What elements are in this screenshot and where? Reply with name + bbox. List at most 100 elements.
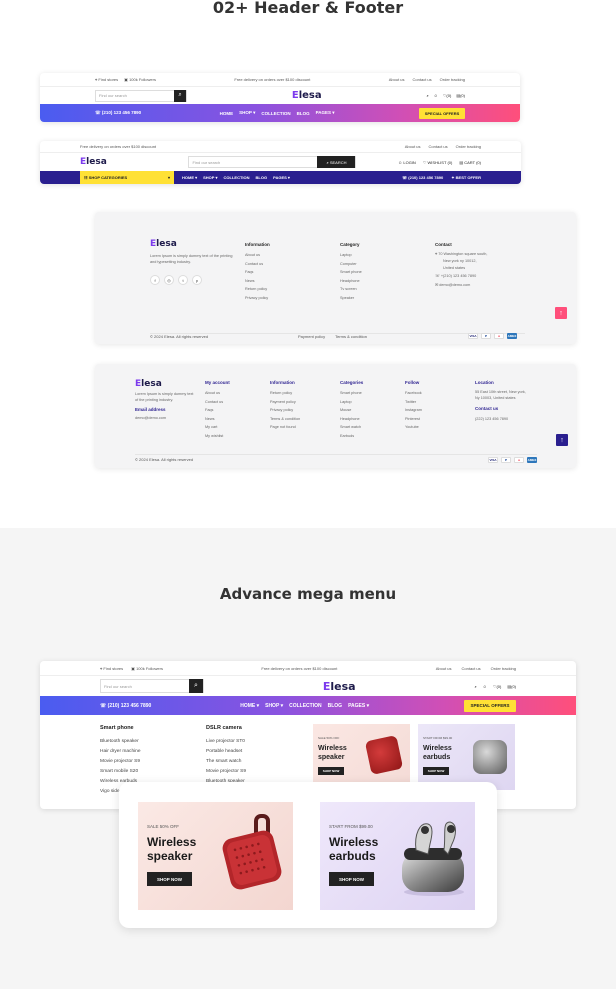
user-icon[interactable]: ☺ [483,684,487,689]
shop-now-button[interactable]: SHOP NOW [147,872,192,886]
footer-link[interactable]: Computer [340,260,362,269]
nav-shop[interactable]: SHOP ▾ [265,703,283,709]
footer-link[interactable]: Headphone [340,277,362,286]
nav-home[interactable]: HOME ▾ [240,703,259,709]
contact-link[interactable]: Contact us [429,144,448,149]
mega-link[interactable]: Bluetooth speaker [100,737,141,747]
footer-link[interactable]: My wishlist [205,432,230,441]
footer-link[interactable]: Terms & condition [270,415,300,424]
footer-link[interactable]: Mouse [340,406,363,415]
nav-pages[interactable]: PAGES ▾ [316,110,335,116]
footer-link[interactable]: Laptop [340,398,363,407]
followers-link[interactable]: ▣ 100k Followers [124,77,156,82]
footer-link[interactable]: Speaker [340,294,362,303]
contact-link[interactable]: Contact us [413,77,432,82]
search-bar[interactable]: Find our search ⌕ SEARCH [188,156,357,168]
footer-link[interactable]: Privacy policy [245,294,270,303]
nav-blog[interactable]: BLOG [297,111,310,116]
followers-link[interactable]: ▣ 100k Followers [131,666,163,671]
pinterest-icon[interactable]: p [192,275,202,285]
logo[interactable]: Elesa [323,680,356,693]
search-bar[interactable]: Find our search ⌕ [95,89,187,102]
wishlist-icon[interactable]: ♡(0) [443,93,451,98]
facebook-icon[interactable]: f [150,275,160,285]
login-link[interactable]: ☺ LOGIN [398,160,416,165]
special-offers-button[interactable]: SPECIAL OFFERS [464,699,516,712]
footer-link[interactable]: Page not found [270,423,300,432]
wishlist-link[interactable]: ♡ WISHLIST (0) [423,160,453,165]
back-to-top-button[interactable]: ↑ [556,434,568,446]
search-icon[interactable]: ⌕ [189,679,203,693]
shop-categories-button[interactable]: ☷ SHOP CATEGORIES ▾ [80,171,174,184]
mini-banner-earbuds[interactable]: START FROM $99.00 Wireless earbuds SHOP N… [418,724,515,790]
nav-pages[interactable]: PAGES ▾ [348,703,369,709]
footer-link[interactable]: Smart phone [340,268,362,277]
mega-link[interactable]: Portable headset [206,747,246,757]
footer-link[interactable]: About us [245,251,270,260]
nav-shop[interactable]: SHOP ▾ [239,110,255,116]
logo[interactable]: Elesa [80,157,107,167]
mega-link[interactable]: Hair dryer machine [100,747,141,757]
footer-link[interactable]: Instagram [405,406,422,415]
search-button[interactable]: ⌕ SEARCH [317,156,356,168]
cart-link[interactable]: ▤ CART (0) [459,160,481,165]
mini-banner-speaker[interactable]: SALE 50% OFF Wireless speaker SHOP NOW [313,724,410,790]
mega-link[interactable]: Movie projector S9 [100,757,141,767]
phone-number[interactable]: ☏ (210) 123 456 7890 [100,703,151,709]
terms-link[interactable]: Terms & condition [335,334,367,339]
footer-link[interactable]: Laptop [340,251,362,260]
search-input[interactable]: Find our search [101,684,189,689]
logo[interactable]: Elesa [292,90,322,101]
footer-link[interactable]: Return policy [270,389,300,398]
footer-link[interactable]: Payment policy [270,398,300,407]
search-bar[interactable]: Find our search ⌕ [100,679,204,693]
about-link[interactable]: About us [405,144,421,149]
phone-number[interactable]: ☏ (210) 123 456 7890 [95,110,141,116]
footer-link[interactable]: About us [205,389,230,398]
search-icon[interactable]: ⌕ [475,684,477,689]
mega-link[interactable]: Live projector ST0 [206,737,246,747]
find-stores-link[interactable]: ⌖ Find stores [95,77,118,82]
footer-link[interactable]: Earbuds [340,432,363,441]
search-icon[interactable]: ⌕ [426,93,428,98]
shop-now-button[interactable]: SHOP NOW [329,872,374,886]
footer-link[interactable]: Contact us [245,260,270,269]
footer-link[interactable]: My cart [205,423,230,432]
footer-link[interactable]: Faqs [245,268,270,277]
footer-link[interactable]: Youtube [405,423,422,432]
banner-wireless-earbuds[interactable]: START FROM $99.00 Wireless earbuds SHOP N… [320,802,475,910]
footer-logo[interactable]: Elesa [150,239,235,249]
best-offer-link[interactable]: ✦ BEST OFFER [451,175,481,180]
footer-link[interactable]: Pinterest [405,415,422,424]
search-input[interactable]: Find our search [96,93,174,98]
nav-shop[interactable]: SHOP ▾ [203,175,217,180]
mega-link[interactable]: The smart watch [206,757,246,767]
footer-link[interactable]: Smart phone [340,389,363,398]
phone-number[interactable]: ☏ (210) 123 456 7890 [402,175,443,180]
nav-home[interactable]: HOME [220,111,234,116]
find-stores-link[interactable]: ⌖ Find stores [100,666,123,671]
about-link[interactable]: About us [436,666,452,671]
order-tracking-link[interactable]: Order tracking [456,144,481,149]
nav-home[interactable]: HOME ▾ [182,175,197,180]
mega-link[interactable]: Movie projector S9 [206,767,246,777]
footer-link[interactable]: Return policy [245,285,270,294]
contact-link[interactable]: Contact us [462,666,481,671]
footer-link[interactable]: News [245,277,270,286]
nav-collection[interactable]: COLLECTION [261,111,290,116]
payment-policy-link[interactable]: Payment policy [298,334,325,339]
footer-email[interactable]: demo@demo.com [135,416,195,420]
order-tracking-link[interactable]: Order tracking [440,77,465,82]
search-input[interactable]: Find our search [189,160,317,165]
footer-link[interactable]: Facebook [405,389,422,398]
cart-icon[interactable]: ▤(0) [507,684,516,689]
mega-link[interactable]: Smart mobile S20 [100,767,141,777]
user-icon[interactable]: ☺ [434,93,438,98]
footer-link[interactable]: Twitter [405,398,422,407]
banner-wireless-speaker[interactable]: SALE 50% OFF Wireless speaker SHOP NOW [138,802,293,910]
nav-blog[interactable]: BLOG [256,175,268,180]
footer-link[interactable]: Headphone [340,415,363,424]
cart-icon[interactable]: ▤(0) [456,93,465,98]
about-link[interactable]: About us [389,77,405,82]
footer-link[interactable]: Faqs [205,406,230,415]
